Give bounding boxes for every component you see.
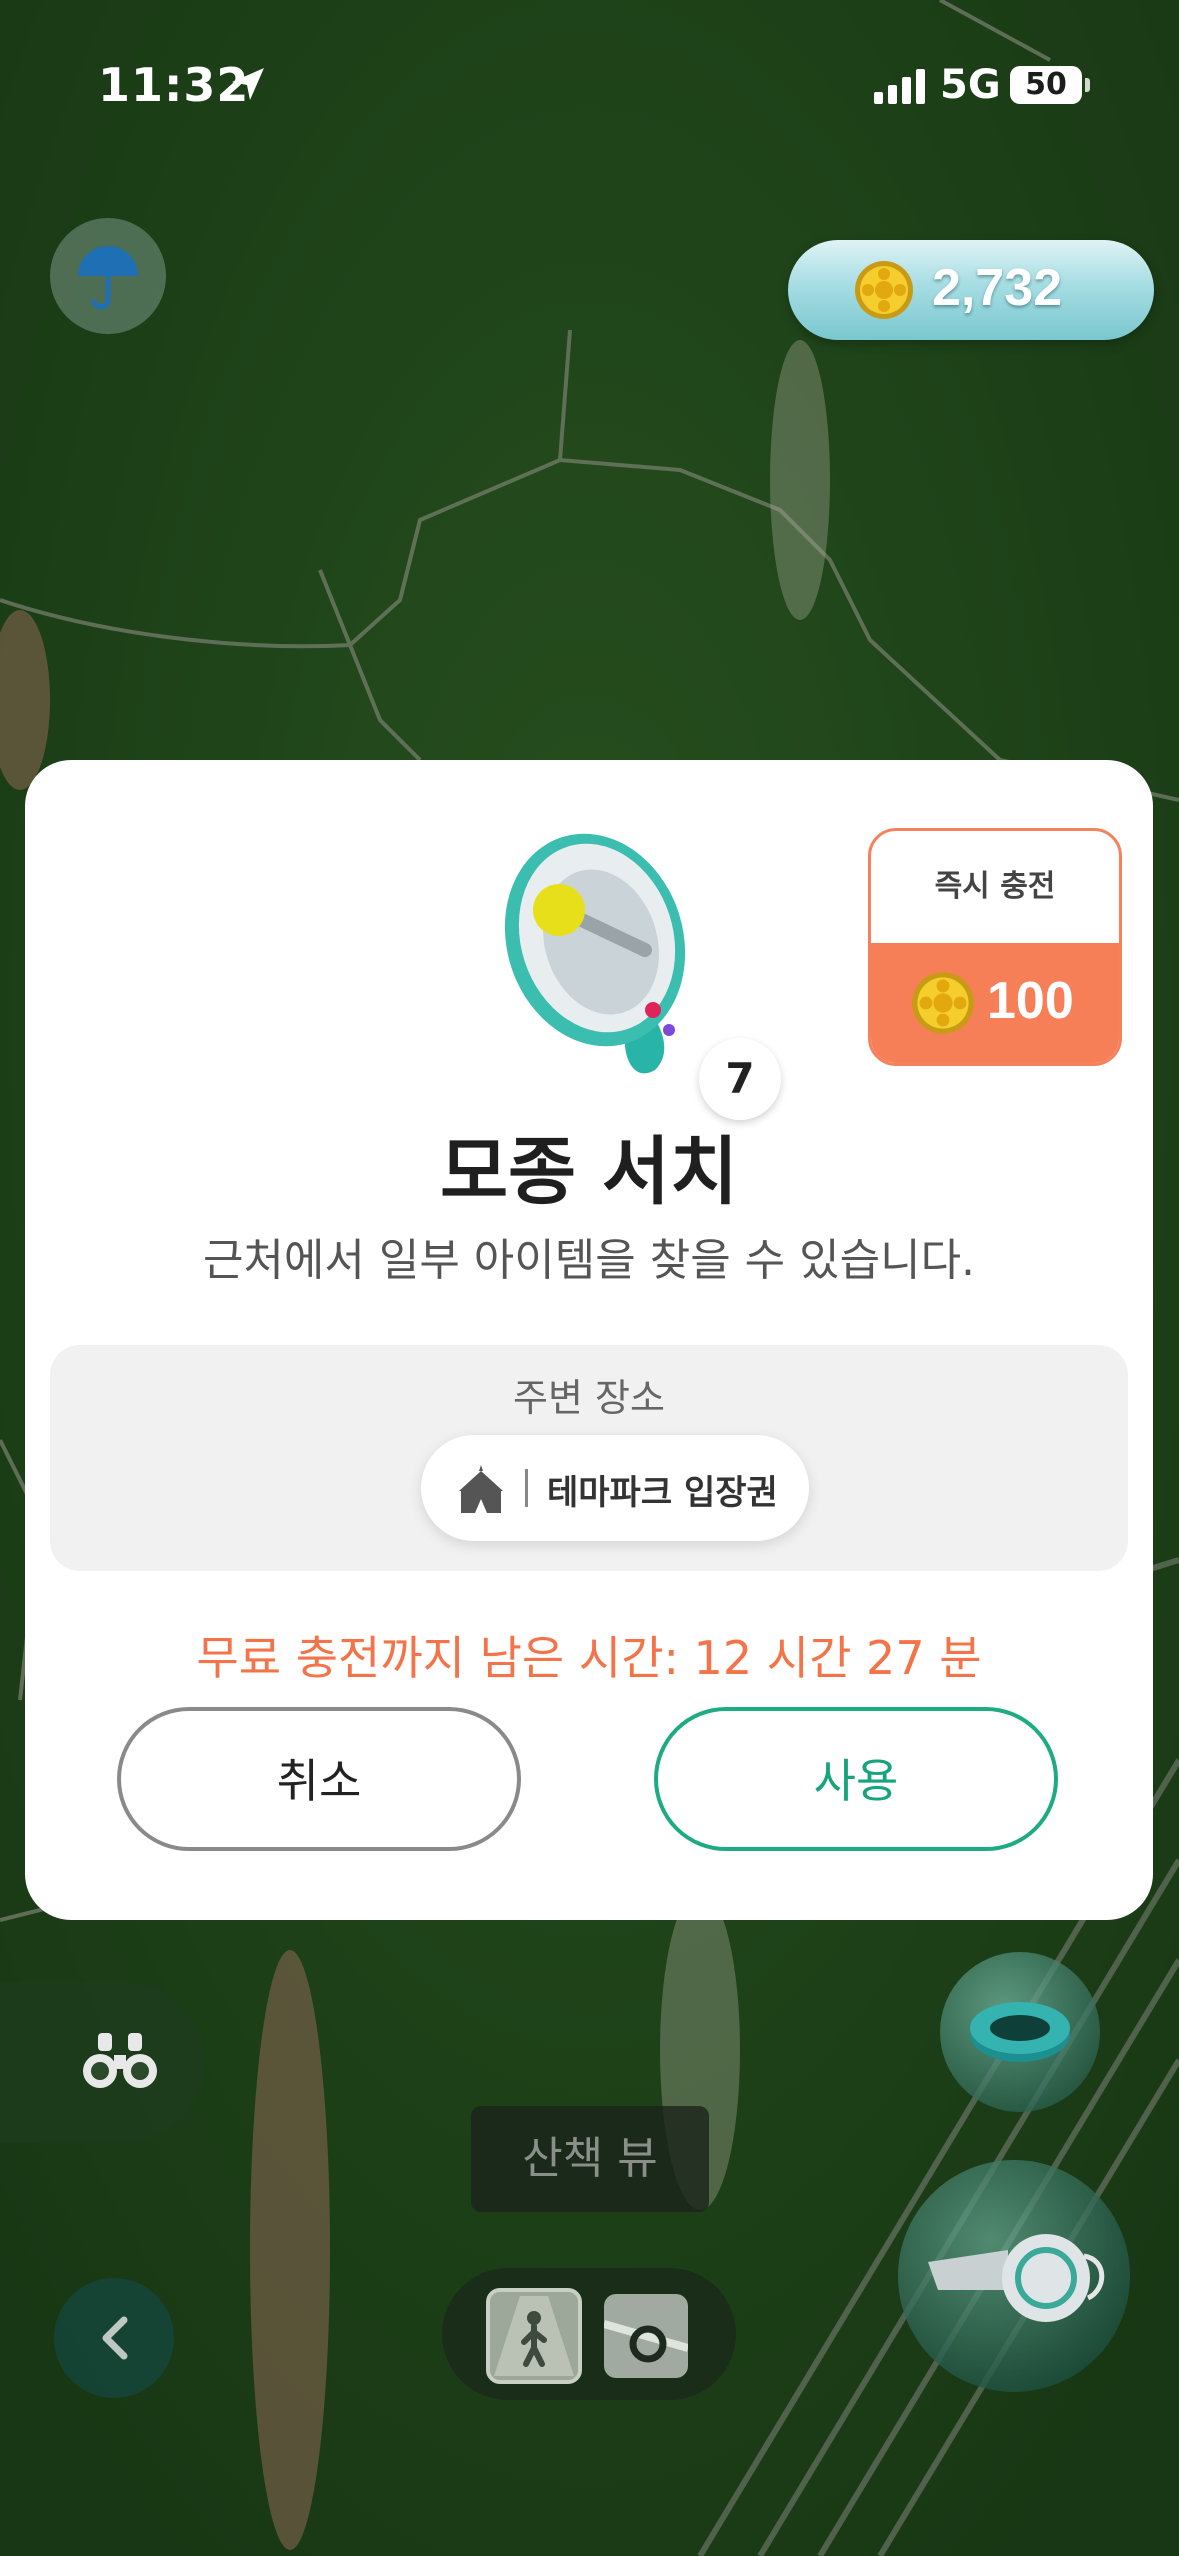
ring-icon (970, 2002, 1070, 2062)
item-title: 모종 서치 (439, 1129, 739, 1215)
megaphone-icon (504, 833, 686, 1074)
chip-separator (525, 1469, 528, 1507)
use-button[interactable]: 사용 (654, 1707, 1058, 1851)
item-count-badge: 7 (699, 1038, 781, 1120)
gold-coin-icon (912, 972, 974, 1034)
back-button[interactable] (54, 2278, 174, 2398)
ring-item-button[interactable] (940, 1952, 1100, 2112)
nearby-heading: 주변 장소 (513, 1376, 665, 1420)
umbrella-icon (78, 246, 138, 310)
walk-view-button[interactable] (486, 2288, 582, 2384)
nearby-place-name: 테마파크 입장권 (547, 1473, 778, 1513)
coin-balance-pill[interactable]: 2,732 (788, 240, 1154, 340)
status-bar: 11:32 5G 50 (0, 0, 1179, 170)
battery-tip (1085, 78, 1090, 92)
battery-icon: 50 (1010, 66, 1082, 104)
binoculars-icon (83, 2033, 157, 2088)
cancel-button[interactable]: 취소 (117, 1707, 521, 1851)
instant-charge-price: 100 (987, 972, 1074, 1030)
coin-balance: 2,732 (932, 259, 1063, 317)
map-view-button[interactable] (602, 2294, 690, 2378)
status-time: 11:32 (98, 58, 250, 112)
instant-charge-button[interactable]: 즉시 충전 100 (868, 828, 1122, 1066)
instant-charge-label: 즉시 충전 (934, 869, 1056, 904)
network-type: 5G (940, 62, 1001, 108)
item-use-dialog: 7 즉시 충전 100 모종 서치 근처에서 일부 아이템을 찾을 수 있습니다… (25, 760, 1153, 1920)
whistle-button[interactable] (898, 2160, 1130, 2392)
free-charge-timer: 무료 충전까지 남은 시간: 12 시간 27 분 (196, 1631, 982, 1685)
instant-charge-price-row: 100 (871, 943, 1119, 1063)
nearby-places-panel: 주변 장소 테마파크 입장권 (50, 1345, 1128, 1571)
weather-umbrella-button[interactable] (50, 218, 166, 334)
view-mode-toggle (442, 2268, 736, 2400)
item-description: 근처에서 일부 아이템을 찾을 수 있습니다. (202, 1235, 976, 1286)
location-arrow-icon (232, 68, 264, 100)
gold-coin-icon (855, 261, 913, 319)
nearby-place-chip[interactable]: 테마파크 입장권 (421, 1435, 809, 1541)
walk-view-label: 산책 뷰 (471, 2106, 709, 2212)
whistle-icon (928, 2234, 1105, 2322)
circus-tent-icon (459, 1465, 503, 1513)
cellular-signal-icon (874, 69, 925, 104)
walking-person-icon (494, 2296, 574, 2376)
map-pin-icon (602, 2320, 690, 2363)
binoculars-button[interactable] (0, 1982, 205, 2142)
chevron-left-icon (102, 2316, 128, 2360)
